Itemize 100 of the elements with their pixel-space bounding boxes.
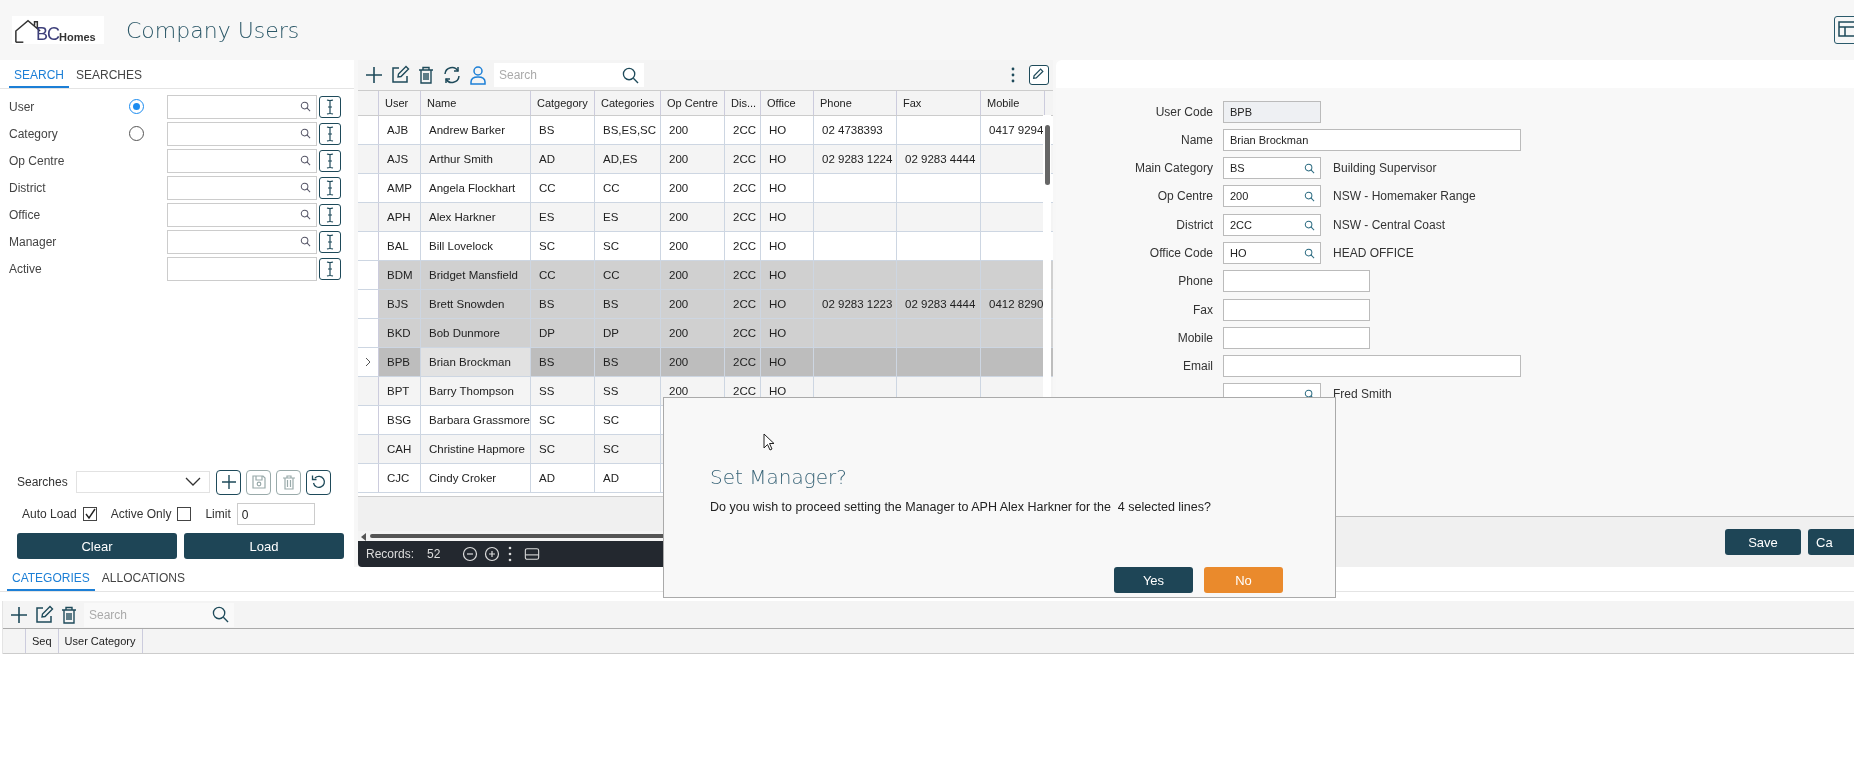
reset-button[interactable] xyxy=(306,469,331,495)
range-button[interactable] xyxy=(319,176,341,199)
range-button[interactable] xyxy=(319,203,341,226)
column-header[interactable]: Name xyxy=(421,91,531,115)
person-icon[interactable] xyxy=(468,65,488,85)
edit-button[interactable] xyxy=(1029,65,1049,85)
table-cell: 2CC xyxy=(733,124,756,136)
minus-circle-icon[interactable] xyxy=(462,546,479,562)
range-button[interactable] xyxy=(319,257,341,280)
table-cell: 200 xyxy=(669,269,689,281)
action-button[interactable]: Load xyxy=(184,533,344,559)
column-header[interactable]: Dis... xyxy=(725,91,761,115)
layout-button[interactable] xyxy=(1834,16,1854,44)
range-button[interactable] xyxy=(319,230,341,253)
trash-icon[interactable] xyxy=(416,65,436,85)
refresh-icon[interactable] xyxy=(442,65,462,85)
dialog-title: Set Manager? xyxy=(710,465,847,489)
table-row[interactable]: APH Alex Harkner ES ES 200 2CC HO xyxy=(358,203,1053,232)
action-button[interactable]: Save xyxy=(1725,529,1801,555)
dialog-button[interactable]: Yes xyxy=(1114,567,1193,593)
input-field[interactable] xyxy=(167,94,317,119)
table-cell: Bill Lovelock xyxy=(429,240,493,252)
table-row[interactable]: AMP Angela Flockhart CC CC 200 2CC HO xyxy=(358,174,1053,203)
table-cell: 200 xyxy=(669,240,689,252)
column-header[interactable]: User xyxy=(379,91,421,115)
column-header[interactable]: Phone xyxy=(814,91,897,115)
input-field[interactable] xyxy=(167,121,317,146)
input-field[interactable] xyxy=(167,229,317,254)
table-cell: 200 xyxy=(669,298,689,310)
input-field[interactable] xyxy=(167,202,317,227)
card-icon[interactable] xyxy=(524,546,541,562)
trash-icon[interactable] xyxy=(59,604,79,625)
table-row[interactable]: BPB Brian Brockman BS BS 200 2CC HO xyxy=(358,348,1053,377)
action-button[interactable]: Clear xyxy=(17,533,177,559)
table-cell: CC xyxy=(603,182,620,194)
table-cell: BJS xyxy=(387,298,409,310)
input-field[interactable] xyxy=(1223,298,1370,321)
input-field[interactable] xyxy=(167,148,317,173)
action-button[interactable]: Ca xyxy=(1808,529,1854,555)
input-field[interactable]: 0 xyxy=(236,503,315,525)
tab[interactable]: SEARCH xyxy=(9,68,69,88)
tab[interactable]: ALLOCATIONS xyxy=(96,571,190,591)
range-button[interactable] xyxy=(319,122,341,145)
i-beam-icon xyxy=(325,232,335,251)
input-field[interactable]: BS xyxy=(1223,157,1321,180)
table-cell: AJB xyxy=(387,124,409,136)
tab[interactable]: SEARCHES xyxy=(71,68,148,88)
table-row[interactable]: BDM Bridget Mansfield CC CC 200 2CC HO xyxy=(358,261,1053,290)
column-header[interactable]: Categories xyxy=(595,91,661,115)
table-cell: ES xyxy=(539,211,555,223)
input-field[interactable]: BPB xyxy=(1223,100,1321,123)
table-cell: Alex Harkner xyxy=(429,211,496,223)
table-cell: SC xyxy=(603,414,619,426)
input-field[interactable]: HO xyxy=(1223,242,1321,264)
edit-icon[interactable] xyxy=(390,65,410,85)
table-row[interactable]: BAL Bill Lovelock SC SC 200 2CC HO xyxy=(358,232,1053,261)
table-cell: 2CC xyxy=(733,182,756,194)
search-icon xyxy=(300,100,311,112)
table-cell: Bridget Mansfield xyxy=(429,269,518,281)
field-label: Op Centre xyxy=(9,153,66,168)
search-icon xyxy=(300,235,311,247)
column-header[interactable]: User Category xyxy=(58,629,143,653)
table-row[interactable]: BKD Bob Dunmore DP DP 200 2CC HO xyxy=(358,319,1053,348)
field-label: District xyxy=(1176,217,1213,232)
more-icon[interactable] xyxy=(1011,67,1015,83)
plus-icon xyxy=(220,474,237,490)
tab[interactable]: CATEGORIES xyxy=(7,571,95,591)
field-label: Category xyxy=(9,126,59,141)
input-field[interactable] xyxy=(1223,355,1521,378)
column-header[interactable]: Fax xyxy=(897,91,981,115)
checkbox[interactable] xyxy=(177,507,192,521)
column-header[interactable]: Office xyxy=(761,91,814,115)
checkbox[interactable] xyxy=(82,507,97,521)
table-cell: 2CC xyxy=(733,153,756,165)
more-icon[interactable] xyxy=(508,546,513,562)
plus-circle-icon[interactable] xyxy=(484,546,501,562)
input-field[interactable] xyxy=(1223,270,1370,293)
table-cell: BPT xyxy=(387,385,410,397)
add-button[interactable] xyxy=(216,469,241,495)
range-button[interactable] xyxy=(319,95,341,118)
column-header[interactable]: Op Centre xyxy=(661,91,725,115)
table-row[interactable]: BJS Brett Snowden BS BS 200 2CC HO 02 9283 1223 02 9283 4444 0412 8290 xyxy=(358,290,1053,319)
column-header[interactable]: Catgegory xyxy=(531,91,595,115)
range-button[interactable] xyxy=(319,149,341,172)
column-header[interactable]: Seq xyxy=(26,629,59,653)
table-cell: Barry Thompson xyxy=(429,385,514,397)
field-label: Name xyxy=(1181,132,1213,147)
input-field[interactable] xyxy=(167,256,317,281)
table-cell: BS xyxy=(539,356,555,368)
table-cell: HO xyxy=(769,211,787,223)
input-field[interactable]: 2CC xyxy=(1223,213,1321,236)
input-field[interactable] xyxy=(1223,326,1370,349)
input-field[interactable]: 200 xyxy=(1223,185,1321,208)
plus-icon[interactable] xyxy=(364,65,384,85)
table-row[interactable]: AJB Andrew Barker BS BS,ES,SC 200 2CC HO 02 4738393 0417 9294 xyxy=(358,116,1053,145)
input-field[interactable]: Brian Brockman xyxy=(1223,128,1521,151)
plus-icon[interactable] xyxy=(9,604,29,625)
input-field[interactable] xyxy=(167,175,317,200)
edit-icon[interactable] xyxy=(34,604,54,625)
table-row[interactable]: AJS Arthur Smith AD AD,ES 200 2CC HO 02 9283 1224 02 9283 4444 xyxy=(358,145,1053,174)
